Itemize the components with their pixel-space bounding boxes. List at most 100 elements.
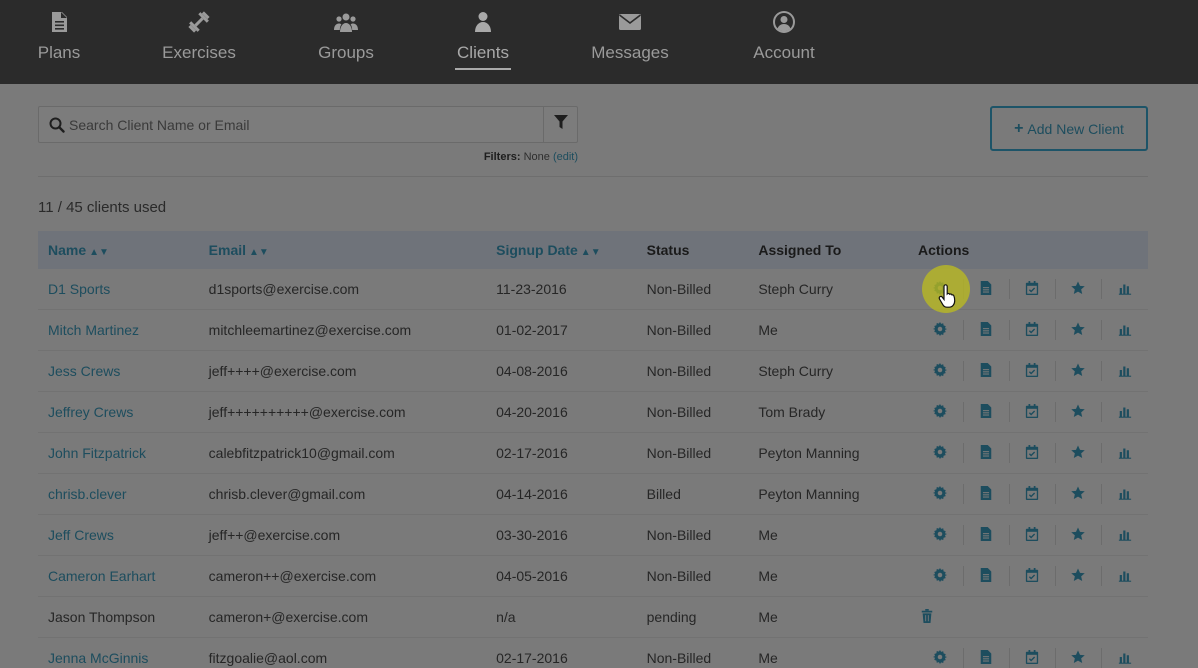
favorite-action[interactable] — [1056, 279, 1102, 299]
settings-action[interactable] — [918, 279, 964, 299]
plans-action[interactable] — [964, 443, 1010, 463]
nav-item-account[interactable]: Account — [749, 0, 819, 84]
filters-edit-link[interactable]: (edit) — [553, 151, 578, 163]
client-name[interactable]: Jeffrey Crews — [48, 404, 133, 420]
favorite-action[interactable] — [1056, 484, 1102, 504]
client-name[interactable]: Jenna McGinnis — [48, 650, 148, 666]
schedule-action[interactable] — [1010, 484, 1056, 504]
settings-action[interactable] — [918, 320, 964, 340]
cell-name[interactable]: Jeffrey Crews — [38, 391, 209, 433]
plans-action[interactable] — [964, 361, 1010, 381]
schedule-action[interactable] — [1010, 566, 1056, 586]
cell-signup-date: 04-05-2016 — [496, 555, 647, 597]
cell-email: d1sports@exercise.com — [208, 269, 497, 310]
cell-name[interactable]: Jenna McGinnis — [38, 637, 209, 668]
cell-name[interactable]: Cameron Earhart — [38, 555, 209, 597]
schedule-action[interactable] — [1010, 402, 1056, 422]
cell-assigned-to: Steph Curry — [758, 350, 918, 392]
plans-action[interactable] — [964, 525, 1010, 545]
client-name[interactable]: Cameron Earhart — [48, 568, 155, 584]
cell-assigned-to: Me — [758, 555, 918, 597]
client-name[interactable]: chrisb.clever — [48, 486, 127, 502]
client-name[interactable]: Jess Crews — [48, 363, 120, 379]
favorite-action[interactable] — [1056, 648, 1102, 668]
plans-action[interactable] — [964, 648, 1010, 668]
add-new-client-button[interactable]: + Add New Client — [990, 106, 1148, 151]
favorite-action[interactable] — [1056, 443, 1102, 463]
stats-action[interactable] — [1102, 443, 1148, 463]
document-icon — [979, 321, 993, 339]
nav-item-clients[interactable]: Clients — [455, 0, 511, 84]
client-name[interactable]: Mitch Martinez — [48, 322, 139, 338]
cell-name[interactable]: John Fitzpatrick — [38, 432, 209, 474]
table-header-row: Name ▲▼ Email ▲▼ Signup Date ▲▼ Status Assi… — [38, 231, 1148, 269]
nav-item-messages[interactable]: Messages — [588, 0, 672, 84]
column-header-email[interactable]: Email ▲▼ — [208, 231, 497, 269]
row-actions — [918, 269, 1148, 309]
stats-action[interactable] — [1102, 361, 1148, 381]
nav-item-exercises[interactable]: Exercises — [158, 0, 240, 84]
settings-action[interactable] — [918, 525, 964, 545]
stats-action[interactable] — [1102, 566, 1148, 586]
cell-actions — [917, 637, 1148, 668]
nav-item-groups[interactable]: Groups — [312, 0, 380, 84]
stats-action[interactable] — [1102, 279, 1148, 299]
cell-status: pending — [646, 596, 759, 638]
table-row: Cameron Earhart cameron++@exercise.com 0… — [38, 555, 1148, 597]
plans-action[interactable] — [964, 402, 1010, 422]
schedule-action[interactable] — [1010, 443, 1056, 463]
cell-name[interactable]: D1 Sports — [38, 269, 209, 310]
bar-chart-icon — [1118, 404, 1132, 421]
row-actions — [918, 515, 1148, 555]
calendar-check-icon — [1025, 526, 1039, 544]
settings-action[interactable] — [918, 484, 964, 504]
schedule-action[interactable] — [1010, 525, 1056, 545]
plans-action[interactable] — [964, 484, 1010, 504]
cell-name[interactable]: Mitch Martinez — [38, 309, 209, 351]
schedule-action[interactable] — [1010, 361, 1056, 381]
schedule-action[interactable] — [1010, 320, 1056, 340]
favorite-action[interactable] — [1056, 402, 1102, 422]
plans-action[interactable] — [964, 320, 1010, 340]
client-name[interactable]: D1 Sports — [48, 281, 110, 297]
plans-action[interactable] — [964, 279, 1010, 299]
row-actions — [918, 310, 1148, 350]
settings-action[interactable] — [918, 648, 964, 668]
table-row: Jason Thompson cameron+@exercise.com n/a… — [38, 596, 1148, 638]
column-header-signup-date[interactable]: Signup Date ▲▼ — [496, 231, 647, 269]
cell-actions — [917, 391, 1148, 433]
search-input[interactable] — [69, 107, 543, 142]
filter-button[interactable] — [543, 107, 577, 142]
favorite-action[interactable] — [1056, 525, 1102, 545]
filters-label: Filters: — [483, 151, 521, 163]
plans-action[interactable] — [964, 566, 1010, 586]
add-new-client-label: Add New Client — [1027, 120, 1124, 137]
favorite-action[interactable] — [1056, 320, 1102, 340]
user-icon — [471, 10, 495, 34]
settings-action[interactable] — [918, 566, 964, 586]
delete-action[interactable] — [918, 607, 964, 627]
settings-action[interactable] — [918, 443, 964, 463]
cell-signup-date: 01-02-2017 — [496, 309, 647, 351]
client-name[interactable]: John Fitzpatrick — [48, 445, 146, 461]
stats-action[interactable] — [1102, 402, 1148, 422]
document-icon — [979, 526, 993, 544]
stats-action[interactable] — [1102, 525, 1148, 545]
schedule-action[interactable] — [1010, 648, 1056, 668]
cell-signup-date: 04-08-2016 — [496, 350, 647, 392]
settings-action[interactable] — [918, 402, 964, 422]
stats-action[interactable] — [1102, 484, 1148, 504]
nav-item-plans[interactable]: Plans — [28, 0, 90, 84]
stats-action[interactable] — [1102, 320, 1148, 340]
favorite-action[interactable] — [1056, 361, 1102, 381]
cell-name[interactable]: Jeff Crews — [38, 514, 209, 556]
column-header-name[interactable]: Name ▲▼ — [38, 231, 209, 269]
favorite-action[interactable] — [1056, 566, 1102, 586]
stats-action[interactable] — [1102, 648, 1148, 668]
cell-name[interactable]: Jess Crews — [38, 350, 209, 392]
client-name[interactable]: Jeff Crews — [48, 527, 114, 543]
cell-assigned-to: Me — [758, 637, 918, 668]
settings-action[interactable] — [918, 361, 964, 381]
schedule-action[interactable] — [1010, 279, 1056, 299]
cell-name[interactable]: chrisb.clever — [38, 473, 209, 515]
